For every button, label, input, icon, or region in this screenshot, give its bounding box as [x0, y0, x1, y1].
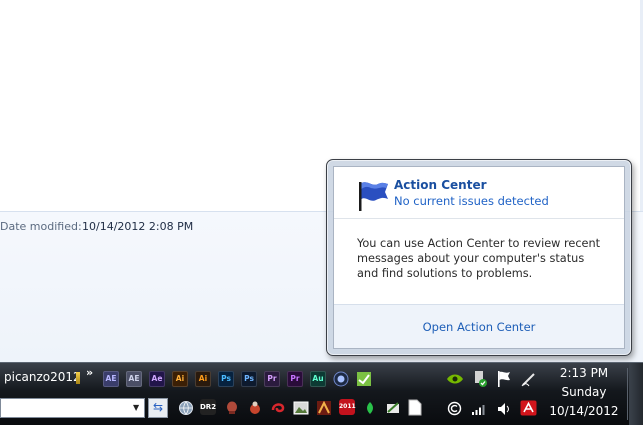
action-center-tray-flag-icon[interactable] [496, 370, 512, 388]
action-center-flag-icon [359, 182, 388, 211]
taskbar-clock[interactable]: 2:13 PM Sunday 10/14/2012 [547, 364, 621, 421]
show-desktop-button[interactable] [629, 363, 643, 425]
globe-icon[interactable] [178, 400, 194, 416]
photoshop-icon[interactable]: Ps [218, 371, 234, 387]
razer-icon[interactable] [362, 400, 378, 416]
open-action-center-link[interactable]: Open Action Center [334, 320, 624, 334]
swirl-icon[interactable] [270, 400, 286, 416]
premiere-icon[interactable]: Pr [264, 371, 280, 387]
audition-icon[interactable]: Au [310, 371, 326, 387]
after-effects-icon-2[interactable]: AE [126, 371, 142, 387]
action-center-header: Action Center No current issues detected [334, 167, 624, 219]
sketch-app-icon[interactable] [356, 371, 372, 387]
popup-divider [334, 218, 624, 219]
date-modified-label: Date modified: [0, 220, 82, 233]
dr2-game-icon[interactable]: DR2 [200, 399, 216, 415]
action-center-popup: Action Center No current issues detected… [326, 159, 632, 356]
clock-date: 10/14/2012 [549, 404, 619, 418]
address-dropdown-icon[interactable]: ▼ [133, 403, 139, 412]
action-center-status[interactable]: No current issues detected [394, 194, 549, 208]
volume-icon[interactable] [496, 401, 512, 417]
clock-time: 2:13 PM [559, 366, 609, 380]
action-center-panel: Action Center No current issues detected… [333, 166, 625, 349]
after-effects-cs-icon[interactable]: Ae [149, 371, 165, 387]
photoshop-icon-2[interactable]: Ps [241, 371, 257, 387]
premiere-icon-2[interactable]: Pr [287, 371, 303, 387]
image-viewer-icon[interactable] [293, 400, 309, 416]
toolbar-label[interactable]: picanzo2012 [4, 370, 81, 384]
skull-icon[interactable] [224, 400, 240, 416]
after-effects-icon[interactable]: AE [103, 371, 119, 387]
notes-icon[interactable] [385, 400, 401, 416]
action-center-title[interactable]: Action Center [394, 178, 487, 192]
clock-day: Sunday [561, 385, 607, 399]
action-center-footer: Open Action Center [334, 304, 624, 348]
avira-antivirus-icon[interactable] [520, 400, 537, 416]
usb-safely-remove-icon[interactable] [472, 370, 488, 388]
tray-divider [627, 368, 628, 420]
bug-icon[interactable] [247, 400, 263, 416]
illustrator-icon[interactable]: Ai [172, 371, 188, 387]
wacom-pen-icon[interactable] [520, 370, 538, 388]
cinema4d-icon[interactable] [333, 371, 349, 387]
copyright-circle-icon[interactable] [447, 401, 462, 416]
calendar-2011-icon[interactable]: 2011 [339, 399, 356, 415]
address-input[interactable] [0, 398, 145, 418]
toolbar-overflow-chevron[interactable]: » [86, 366, 93, 379]
action-center-description: You can use Action Center to review rece… [357, 237, 601, 280]
illustrator-icon-2[interactable]: Ai [195, 371, 211, 387]
toolbar-grip-icon[interactable] [76, 372, 80, 384]
nvidia-icon[interactable] [446, 372, 464, 386]
document-icon[interactable] [408, 399, 422, 416]
date-modified-value: 10/14/2012 2:08 PM [82, 220, 194, 233]
network-signal-icon[interactable] [471, 402, 487, 416]
game-icon[interactable] [316, 400, 332, 416]
address-go-button[interactable]: ⇆ [148, 398, 168, 418]
